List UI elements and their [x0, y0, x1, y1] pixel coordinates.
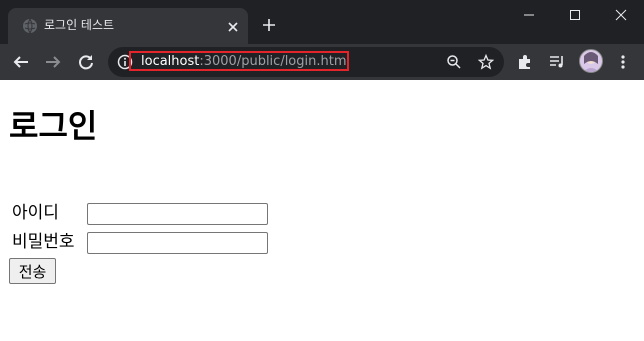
zoom-icon[interactable] [446, 54, 462, 70]
password-label: 비밀번호 [12, 232, 75, 252]
back-arrow-icon[interactable] [12, 53, 30, 71]
forward-arrow-icon[interactable] [44, 53, 62, 71]
url-path: :3000/public/login.html [199, 53, 349, 69]
id-label: 아이디 [12, 203, 59, 223]
url-host: localhost [141, 53, 200, 69]
profile-avatar[interactable] [579, 49, 603, 73]
new-tab-icon[interactable] [262, 17, 276, 31]
browser-tab[interactable]: 로그인 테스트 [8, 8, 248, 44]
password-input[interactable] [87, 232, 268, 254]
tab-title: 로그인 테스트 [44, 18, 115, 32]
close-window-icon[interactable] [598, 0, 644, 30]
page-title: 로그인 [9, 107, 98, 145]
id-input[interactable] [87, 203, 268, 225]
tab-strip: 로그인 테스트 [0, 0, 644, 44]
bookmark-star-icon[interactable] [477, 53, 495, 70]
extensions-icon[interactable] [516, 53, 534, 71]
reload-icon[interactable] [77, 53, 95, 71]
submit-button[interactable]: 전송 [9, 258, 56, 284]
media-queue-icon[interactable] [548, 53, 566, 71]
menu-kebab-icon[interactable] [614, 53, 632, 71]
maximize-icon[interactable] [552, 0, 598, 30]
minimize-icon[interactable] [506, 0, 552, 30]
globe-icon [22, 18, 38, 34]
browser-toolbar: localhost:3000/public/login.html [0, 44, 644, 80]
address-bar[interactable]: localhost:3000/public/login.html [108, 47, 504, 77]
url-field[interactable]: localhost:3000/public/login.html [129, 51, 349, 71]
close-tab-icon[interactable] [226, 19, 240, 33]
